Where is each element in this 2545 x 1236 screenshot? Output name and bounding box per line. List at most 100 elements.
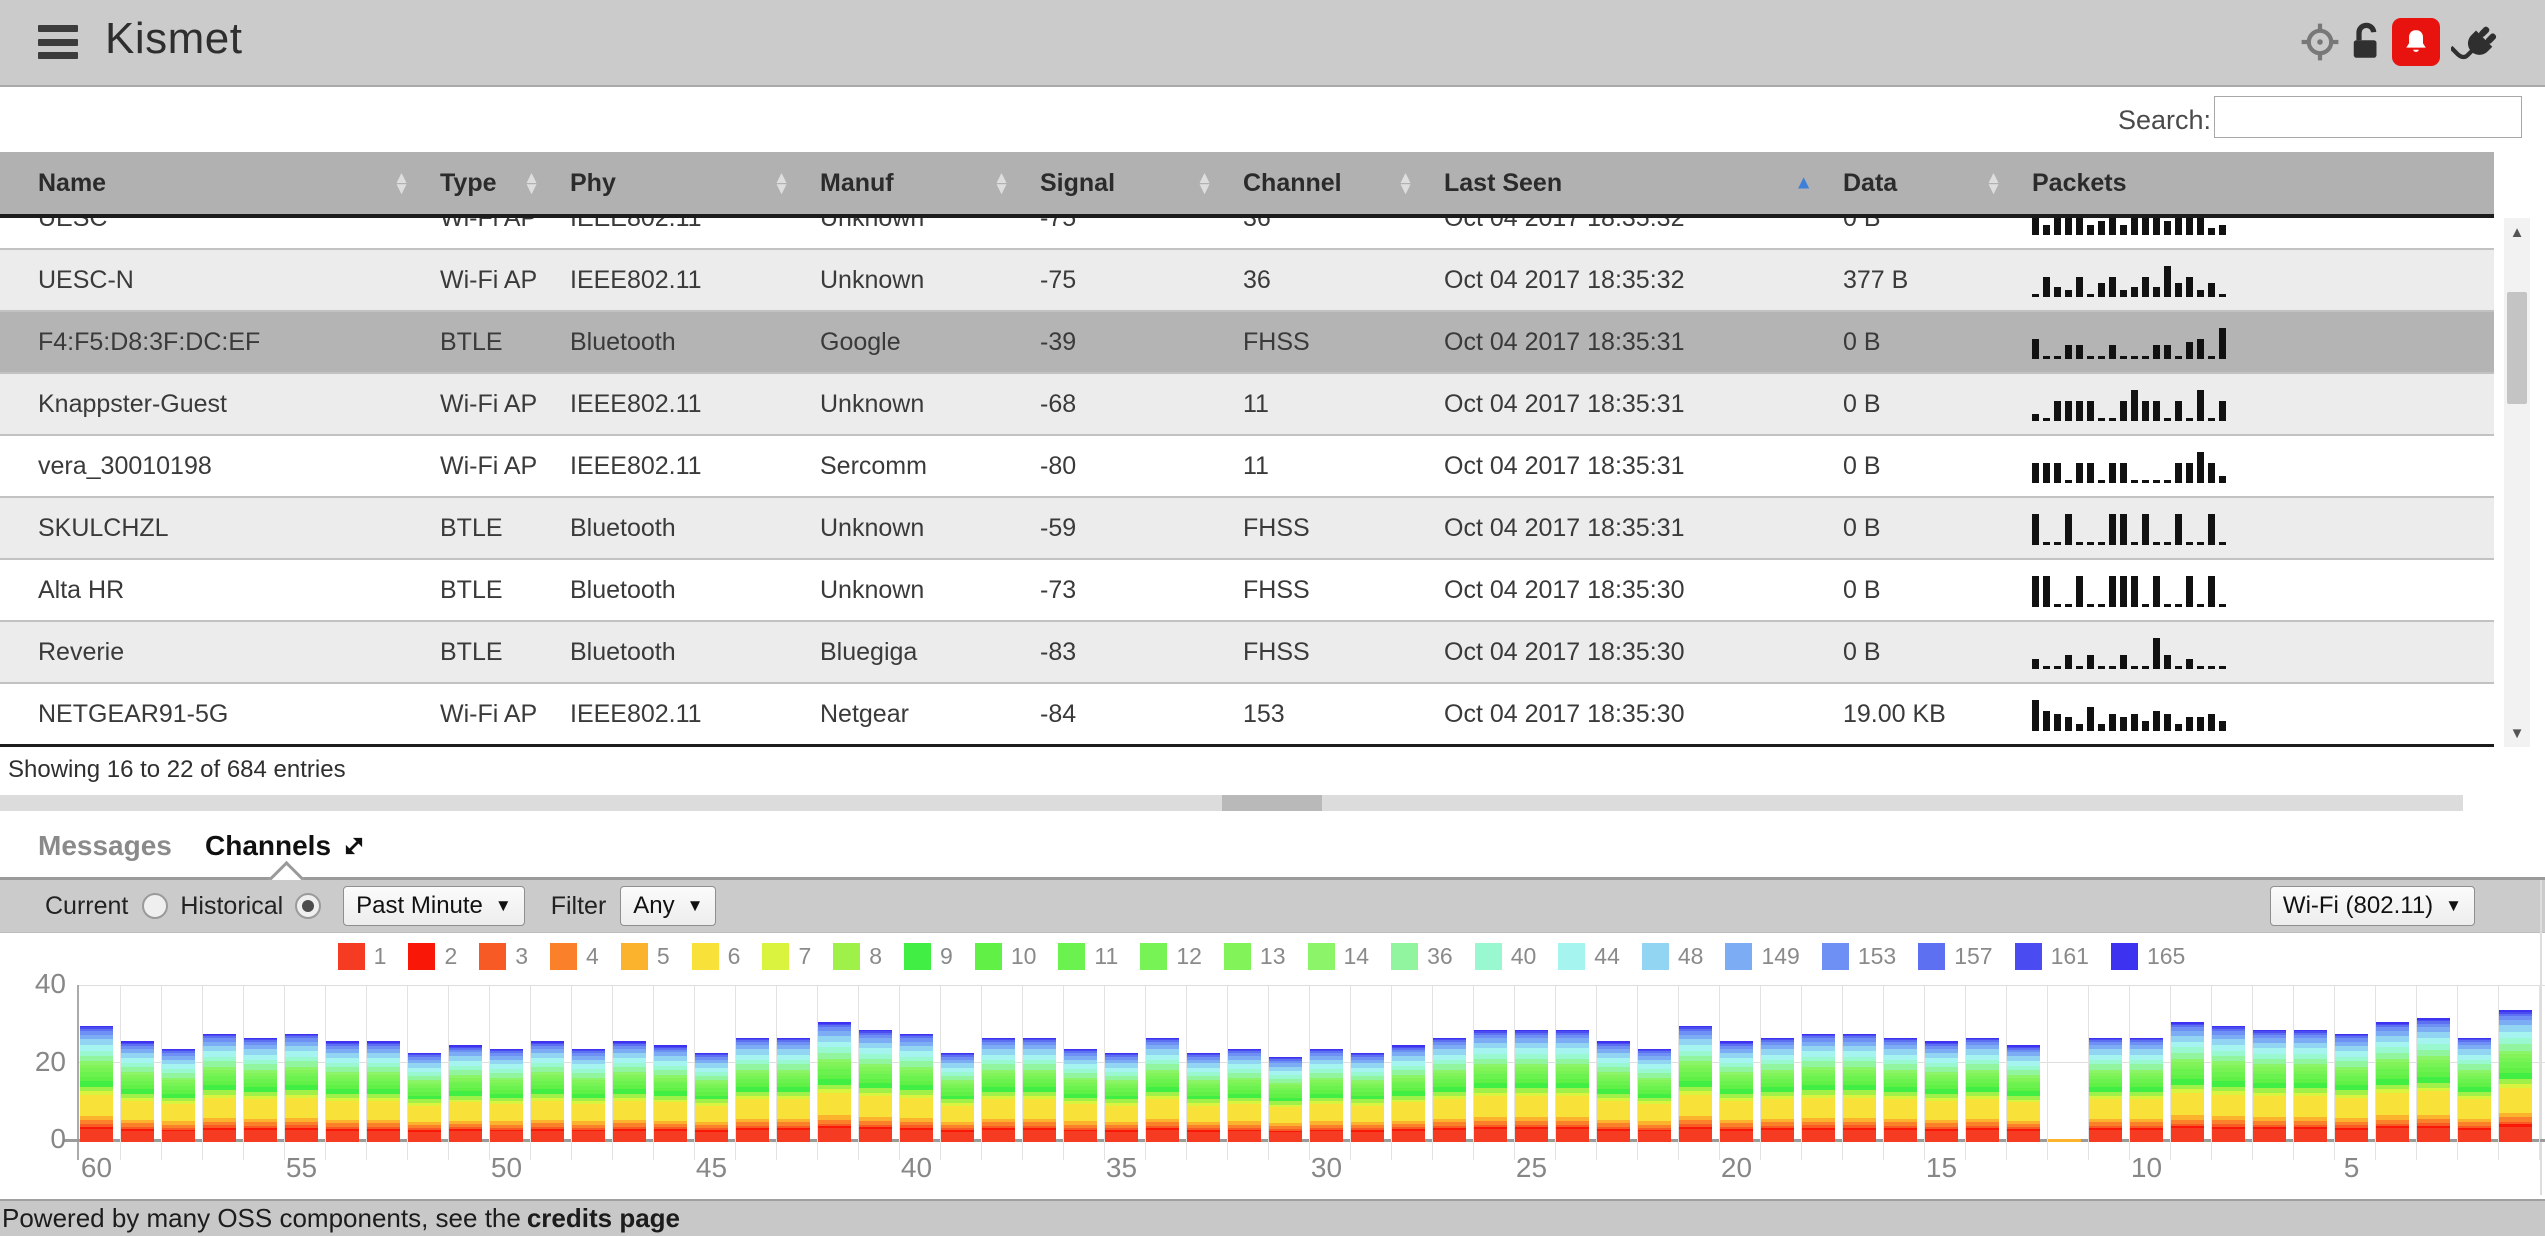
stacked-bar[interactable] (736, 1038, 769, 1142)
scroll-up-icon[interactable]: ▲ (2504, 218, 2530, 246)
table-row[interactable]: Alta HRBTLEBluetoothUnknown-73FHSSOct 04… (0, 560, 2494, 622)
stacked-bar[interactable] (490, 1049, 523, 1142)
stacked-bar[interactable] (2376, 1022, 2409, 1142)
table-scrollbar[interactable]: ▲ ▼ (2504, 218, 2530, 747)
stacked-bar[interactable] (695, 1053, 728, 1142)
stacked-bar[interactable] (1720, 1041, 1753, 1142)
sort-asc-icon[interactable]: ▲ (1794, 174, 1813, 193)
plug-icon[interactable] (2450, 18, 2498, 66)
stacked-bar[interactable] (1105, 1053, 1138, 1142)
current-radio[interactable] (142, 893, 168, 919)
stacked-bar[interactable] (449, 1045, 482, 1142)
stacked-bar[interactable] (1187, 1053, 1220, 1142)
tab-messages[interactable]: Messages (38, 830, 172, 862)
stacked-bar[interactable] (2253, 1030, 2286, 1142)
panel-splitter[interactable] (0, 795, 2463, 811)
sort-icons[interactable]: ▲▼ (393, 172, 410, 194)
stacked-bar[interactable] (2294, 1030, 2327, 1142)
stacked-bar[interactable] (1679, 1026, 1712, 1142)
stacked-bar[interactable] (203, 1034, 236, 1142)
column-header-channel[interactable]: Channel▲▼ (1243, 152, 1444, 214)
credits-link[interactable]: credits page (527, 1203, 680, 1234)
stacked-bar[interactable] (2499, 1010, 2532, 1142)
stacked-bar[interactable] (1556, 1030, 1589, 1142)
stacked-bar[interactable] (1269, 1057, 1302, 1142)
stacked-bar[interactable] (613, 1041, 646, 1142)
stacked-bar[interactable] (1802, 1034, 1835, 1142)
sort-icons[interactable]: ▲▼ (1397, 172, 1414, 194)
column-header-signal[interactable]: Signal▲▼ (1040, 152, 1243, 214)
stacked-bar[interactable] (162, 1049, 195, 1142)
column-header-manuf[interactable]: Manuf▲▼ (820, 152, 1040, 214)
stacked-bar[interactable] (1638, 1049, 1671, 1142)
stacked-bar[interactable] (1228, 1049, 1261, 1142)
stacked-bar[interactable] (859, 1030, 892, 1142)
column-header-name[interactable]: Name▲▼ (0, 152, 440, 214)
phy-select[interactable]: Wi-Fi (802.11)▼ (2270, 886, 2475, 926)
splitter-grip[interactable] (1222, 795, 1322, 811)
stacked-bar[interactable] (1761, 1038, 1794, 1142)
table-row[interactable]: NETGEAR91-5GWi-Fi APIEEE802.11Netgear-84… (0, 684, 2494, 744)
stacked-bar[interactable] (2130, 1038, 2163, 1142)
stacked-bar[interactable] (1433, 1038, 1466, 1142)
stacked-bar[interactable] (1597, 1041, 1630, 1142)
sort-icons[interactable]: ▲▼ (1985, 172, 2002, 194)
stacked-bar[interactable] (80, 1026, 113, 1142)
sort-icons[interactable]: ▲▼ (1196, 172, 1213, 194)
table-row[interactable]: SKULCHZLBTLEBluetoothUnknown-59FHSSOct 0… (0, 498, 2494, 560)
stacked-bar[interactable] (2458, 1038, 2491, 1142)
stacked-bar[interactable] (1146, 1038, 1179, 1142)
gps-crosshair-icon[interactable] (2296, 18, 2344, 66)
stacked-bar[interactable] (941, 1053, 974, 1142)
table-row[interactable]: vera_30010198Wi-Fi APIEEE802.11Sercomm-8… (0, 436, 2494, 498)
time-range-select[interactable]: Past Minute▼ (343, 886, 525, 926)
stacked-bar[interactable] (2171, 1022, 2204, 1142)
stacked-bar[interactable] (2212, 1026, 2245, 1142)
stacked-bar[interactable] (2007, 1045, 2040, 1142)
stacked-bar[interactable] (982, 1038, 1015, 1142)
stacked-bar[interactable] (1023, 1038, 1056, 1142)
stacked-bar[interactable] (654, 1045, 687, 1142)
tab-channels[interactable]: Channels (205, 830, 367, 862)
stacked-bar[interactable] (777, 1038, 810, 1142)
stacked-bar[interactable] (2335, 1034, 2368, 1142)
column-header-type[interactable]: Type▲▼ (440, 152, 570, 214)
stacked-bar[interactable] (285, 1034, 318, 1142)
filter-select[interactable]: Any▼ (620, 886, 716, 926)
menu-icon[interactable] (38, 25, 78, 59)
stacked-bar[interactable] (244, 1038, 277, 1142)
column-header-phy[interactable]: Phy▲▼ (570, 152, 820, 214)
table-row[interactable]: F4:F5:D8:3F:DC:EFBTLEBluetoothGoogle-39F… (0, 312, 2494, 374)
stacked-bar[interactable] (1966, 1038, 1999, 1142)
sort-icons[interactable]: ▲▼ (993, 172, 1010, 194)
column-header-last-seen[interactable]: Last Seen▲ (1444, 152, 1843, 214)
column-header-data[interactable]: Data▲▼ (1843, 152, 2032, 214)
stacked-bar[interactable] (1064, 1049, 1097, 1142)
stacked-bar[interactable] (1843, 1034, 1876, 1142)
stacked-bar[interactable] (1351, 1053, 1384, 1142)
stacked-bar[interactable] (2089, 1038, 2122, 1142)
unlock-icon[interactable] (2342, 18, 2390, 66)
alert-bell-icon[interactable] (2392, 18, 2440, 66)
scrollbar-thumb[interactable] (2507, 292, 2527, 404)
stacked-bar[interactable] (1310, 1049, 1343, 1142)
stacked-bar[interactable] (1474, 1030, 1507, 1142)
stacked-bar[interactable] (1515, 1030, 1548, 1142)
stacked-bar[interactable] (2048, 1139, 2081, 1142)
stacked-bar[interactable] (1884, 1038, 1917, 1142)
sort-icons[interactable]: ▲▼ (773, 172, 790, 194)
stacked-bar[interactable] (367, 1041, 400, 1142)
table-row[interactable]: UESC-NWi-Fi APIEEE802.11Unknown-7536Oct … (0, 250, 2494, 312)
stacked-bar[interactable] (572, 1049, 605, 1142)
stacked-bar[interactable] (1392, 1045, 1425, 1142)
historical-radio[interactable] (295, 893, 321, 919)
table-row[interactable]: UESCWi-Fi APIEEE802.11Unknown-7536Oct 04… (0, 218, 2494, 250)
stacked-bar[interactable] (326, 1041, 359, 1142)
stacked-bar[interactable] (121, 1041, 154, 1142)
stacked-bar[interactable] (900, 1034, 933, 1142)
sort-icons[interactable]: ▲▼ (523, 172, 540, 194)
stacked-bar[interactable] (2417, 1018, 2450, 1142)
stacked-bar[interactable] (818, 1022, 851, 1142)
stacked-bar[interactable] (1925, 1041, 1958, 1142)
stacked-bar[interactable] (408, 1053, 441, 1142)
